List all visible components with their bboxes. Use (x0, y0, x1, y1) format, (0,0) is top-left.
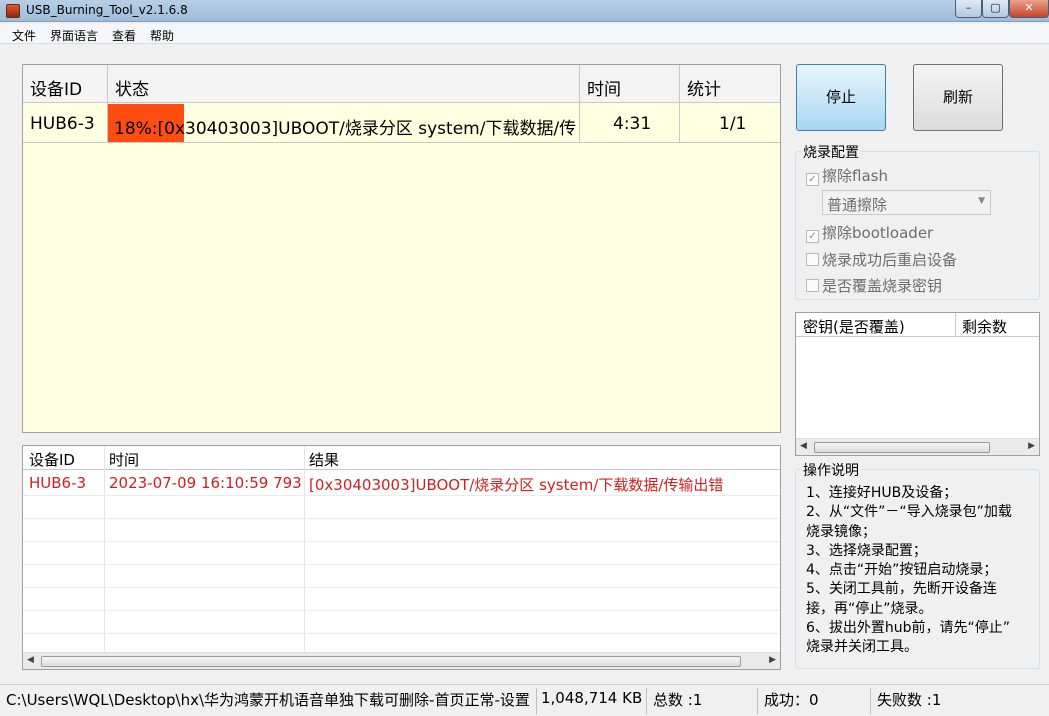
device-table: 设备ID 状态 时间 统计 HUB6-3 18%:[0x30403003]UBO… (22, 64, 781, 433)
log-table-header: 设备ID 时间 结果 (23, 446, 780, 470)
log-table: 设备ID 时间 结果 HUB6-3 2023-07-09 16:10:59 79… (22, 445, 781, 670)
instructions-title: 操作说明 (801, 460, 861, 480)
log-row-time: 2023-07-09 16:10:59 793 (109, 474, 302, 492)
header-key: 密钥(是否覆盖) (803, 318, 905, 336)
erase-bootloader-checkbox[interactable]: ✓ 擦除bootloader (806, 222, 933, 243)
device-row[interactable]: HUB6-3 18%:[0x30403003]UBOOT/烧录分区 system… (23, 104, 780, 143)
device-row-time: 4:31 (613, 114, 652, 134)
close-icon[interactable]: ✕ (1009, 0, 1049, 18)
log-row-result: [0x30403003]UBOOT/烧录分区 system/下载数据/传输出错 (309, 476, 724, 494)
status-total: 总数 :1 (653, 691, 703, 709)
device-row-id: HUB6-3 (30, 114, 95, 134)
header-stat: 统计 (687, 80, 721, 100)
status-size: 1,048,714 KB (541, 689, 643, 707)
device-table-header: 设备ID 状态 时间 统计 (23, 65, 780, 103)
status-path: C:\Users\WQL\Desktop\hx\华为鸿蒙开机语音单独下载可删除-… (6, 691, 530, 709)
log-header-result: 结果 (309, 451, 340, 469)
scroll-right-icon[interactable]: ▶ (769, 655, 776, 665)
scroll-thumb[interactable] (41, 656, 741, 667)
scroll-left-icon[interactable]: ◀ (800, 441, 807, 451)
instructions-text: 1、连接好HUB及设备； 2、从“文件”－“导入烧录包”加载 烧录镜像； 3、选… (806, 485, 1012, 656)
main-window: USB_Burning_Tool_v2.1.6.8 – ▢ ✕ 文件 界面语言 … (0, 0, 1049, 716)
overwrite-key-checkbox[interactable]: 是否覆盖烧录密钥 (806, 275, 942, 296)
key-table-hscrollbar[interactable]: ◀ ▶ (796, 438, 1039, 455)
erase-flash-checkbox[interactable]: ✓ 擦除flash (806, 165, 888, 186)
scroll-right-icon[interactable]: ▶ (1028, 441, 1035, 451)
log-table-hscrollbar[interactable]: ◀ ▶ (23, 652, 780, 669)
status-fail: 失败数 :1 (877, 691, 942, 709)
device-row-status: 18%:[0x30403003]UBOOT/烧录分区 system/下载数据/传 (114, 119, 577, 139)
checkmark-icon: ✓ (806, 173, 819, 186)
app-icon (6, 4, 20, 18)
log-row[interactable]: HUB6-3 2023-07-09 16:10:59 793 [0x304030… (23, 472, 780, 495)
log-row-id: HUB6-3 (29, 474, 87, 492)
window-title: USB_Burning_Tool_v2.1.6.8 (26, 3, 188, 17)
device-row-stat: 1/1 (719, 114, 747, 134)
stop-button[interactable]: 停止 (796, 64, 886, 131)
header-status: 状态 (115, 80, 149, 100)
burn-config-title: 烧录配置 (801, 142, 861, 162)
header-device-id: 设备ID (30, 80, 83, 100)
key-table: 密钥(是否覆盖) 剩余数 ◀ ▶ (795, 312, 1040, 456)
menu-file[interactable]: 文件 (12, 27, 36, 44)
status-bar: C:\Users\WQL\Desktop\hx\华为鸿蒙开机语音单独下载可删除-… (0, 684, 1049, 716)
erase-mode-select[interactable]: 普通擦除 ▼ (822, 190, 991, 215)
menu-view[interactable]: 查看 (112, 27, 136, 44)
reboot-after-checkbox[interactable]: 烧录成功后重启设备 (806, 249, 957, 270)
checkmark-icon: ✓ (806, 230, 819, 243)
refresh-button[interactable]: 刷新 (913, 64, 1003, 131)
status-success: 成功：0 (764, 691, 819, 709)
chevron-down-icon: ▼ (978, 196, 985, 206)
scroll-left-icon[interactable]: ◀ (27, 655, 34, 665)
log-header-device-id: 设备ID (29, 451, 75, 469)
minimize-icon[interactable]: – (955, 0, 982, 18)
menu-help[interactable]: 帮助 (150, 27, 174, 44)
scroll-thumb[interactable] (814, 442, 990, 453)
menu-bar: 文件 界面语言 查看 帮助 (0, 24, 1049, 44)
title-bar[interactable]: USB_Burning_Tool_v2.1.6.8 – ▢ ✕ (0, 0, 1049, 22)
maximize-icon[interactable]: ▢ (982, 0, 1009, 18)
menu-language[interactable]: 界面语言 (50, 27, 98, 44)
header-remaining: 剩余数 (962, 318, 1008, 336)
log-header-time: 时间 (109, 451, 140, 469)
key-table-header: 密钥(是否覆盖) 剩余数 (796, 313, 1039, 337)
header-time: 时间 (587, 80, 621, 100)
